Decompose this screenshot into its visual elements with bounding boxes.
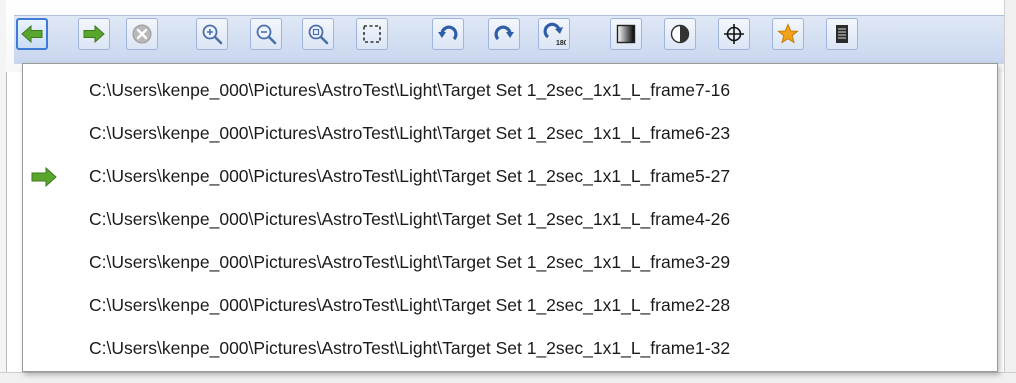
gradient-icon: [616, 24, 636, 44]
contrast-button[interactable]: [664, 18, 696, 50]
history-item-1[interactable]: C:\Users\kenpe_000\Pictures\AstroTest\Li…: [23, 112, 997, 155]
select-region-button[interactable]: [356, 18, 388, 50]
history-item-path: C:\Users\kenpe_000\Pictures\AstroTest\Li…: [89, 123, 731, 143]
forward-button[interactable]: [78, 18, 110, 50]
zoom-out-icon: [256, 24, 277, 45]
rotate-left-icon: [438, 25, 458, 41]
rotate-180-button[interactable]: 180: [538, 18, 570, 50]
zoom-fit-icon: [308, 24, 329, 45]
crosshair-button[interactable]: [718, 18, 750, 50]
history-dropdown: C:\Users\kenpe_000\Pictures\AstroTest\Li…: [22, 63, 998, 372]
window-bottom-edge: [0, 372, 1016, 383]
history-item-path: C:\Users\kenpe_000\Pictures\AstroTest\Li…: [89, 252, 731, 272]
rotate-right-icon: [494, 25, 514, 41]
history-item-6[interactable]: C:\Users\kenpe_000\Pictures\AstroTest\Li…: [23, 327, 997, 370]
history-item-path: C:\Users\kenpe_000\Pictures\AstroTest\Li…: [89, 166, 731, 186]
zoom-in-icon: [202, 24, 223, 45]
history-item-path: C:\Users\kenpe_000\Pictures\AstroTest\Li…: [89, 295, 731, 315]
window-right-edge: [1004, 0, 1016, 382]
stop-button[interactable]: [126, 18, 158, 50]
contrast-icon: [670, 24, 690, 44]
rotate-180-label: 180: [556, 40, 566, 46]
document-list-icon: [836, 25, 848, 43]
zoom-in-button[interactable]: [196, 18, 228, 50]
rotate-left-button[interactable]: [432, 18, 464, 50]
history-item-path: C:\Users\kenpe_000\Pictures\AstroTest\Li…: [89, 80, 731, 100]
history-item-2[interactable]: C:\Users\kenpe_000\Pictures\AstroTest\Li…: [23, 155, 997, 198]
history-item-path: C:\Users\kenpe_000\Pictures\AstroTest\Li…: [89, 209, 731, 229]
current-item-arrow-icon: [31, 166, 57, 188]
star-icon: [777, 23, 799, 44]
history-item-3[interactable]: C:\Users\kenpe_000\Pictures\AstroTest\Li…: [23, 198, 997, 241]
rotate-right-button[interactable]: [488, 18, 520, 50]
history-item-4[interactable]: C:\Users\kenpe_000\Pictures\AstroTest\Li…: [23, 241, 997, 284]
arrow-left-icon: [21, 24, 43, 44]
rotate-180-icon: 180: [543, 22, 566, 46]
history-item-path: C:\Users\kenpe_000\Pictures\AstroTest\Li…: [89, 338, 731, 358]
arrow-right-icon: [83, 24, 105, 44]
history-item-5[interactable]: C:\Users\kenpe_000\Pictures\AstroTest\Li…: [23, 284, 997, 327]
stop-icon: [132, 24, 152, 44]
star-button[interactable]: [772, 18, 804, 50]
back-button[interactable]: [16, 18, 48, 50]
select-region-icon: [363, 25, 381, 43]
history-item-0[interactable]: C:\Users\kenpe_000\Pictures\AstroTest\Li…: [23, 69, 997, 112]
zoom-fit-button[interactable]: [302, 18, 334, 50]
gradient-button[interactable]: [610, 18, 642, 50]
crosshair-icon: [724, 24, 744, 44]
zoom-out-button[interactable]: [250, 18, 282, 50]
info-button[interactable]: [826, 18, 858, 50]
